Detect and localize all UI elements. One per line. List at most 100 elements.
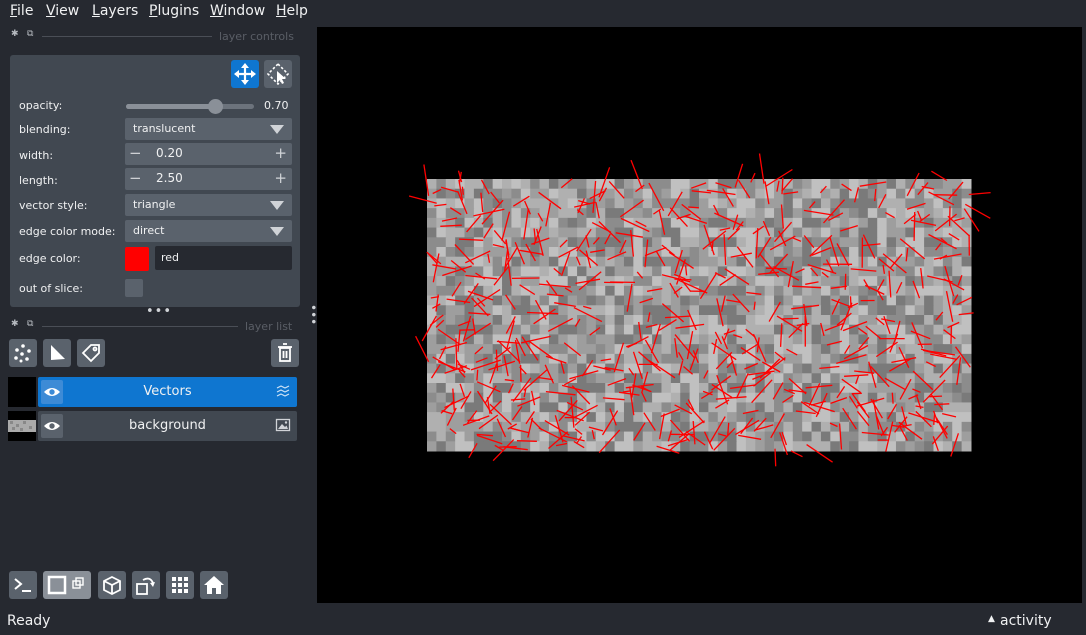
image-pixel: [820, 353, 831, 365]
image-pixel: [699, 402, 709, 413]
close-dock-icon[interactable]: ⧉: [27, 319, 33, 329]
select-tool-button[interactable]: [264, 60, 292, 88]
image-pixel: [595, 295, 606, 306]
image-pixel: [670, 227, 681, 238]
vector-arrow: [461, 186, 464, 195]
width-label: width:: [19, 149, 54, 162]
image-pixel: [783, 344, 794, 355]
image-pixel: [605, 237, 616, 248]
caret-up-icon[interactable]: ▲: [988, 614, 995, 624]
image-pixel: [445, 421, 456, 433]
opacity-slider[interactable]: [126, 99, 254, 114]
image-pixel: [886, 237, 897, 248]
image-pixel: [792, 431, 803, 442]
menu-view[interactable]: View: [46, 3, 79, 19]
reset-view-button[interactable]: [200, 571, 228, 599]
opacity-slider-handle[interactable]: [207, 99, 223, 114]
image-pixel: [942, 188, 953, 199]
menu-window[interactable]: Window: [210, 3, 265, 19]
image-pixel: [445, 237, 456, 248]
close-dock-icon[interactable]: ⧉: [27, 29, 33, 39]
image-pixel: [849, 363, 859, 374]
menu-plugins[interactable]: Plugins: [149, 3, 199, 19]
image-pixel: [792, 441, 803, 452]
image-pixel: [567, 353, 578, 365]
edge-color-input[interactable]: red: [155, 246, 292, 270]
new-points-layer-button[interactable]: [9, 339, 37, 367]
image-pixel: [849, 237, 859, 248]
float-dock-icon[interactable]: ✱: [11, 29, 19, 39]
out-of-slice-checkbox[interactable]: [125, 279, 143, 297]
activity-button[interactable]: activity: [1000, 613, 1052, 629]
image-pixel: [830, 373, 841, 384]
image-pixel: [886, 276, 897, 287]
image-pixel: [708, 285, 719, 297]
new-shapes-layer-button[interactable]: [43, 339, 71, 367]
splitter-handle-icon[interactable]: •••: [146, 304, 172, 319]
image-pixel: [530, 402, 541, 413]
layer-item-body[interactable]: Vectors: [38, 377, 297, 407]
image-pixel: [877, 227, 888, 238]
image-pixel: [811, 353, 822, 365]
layer-item-body[interactable]: background: [38, 411, 297, 441]
image-pixel: [699, 344, 709, 355]
image-pixel: [820, 305, 831, 316]
image-pixel: [764, 208, 775, 219]
vector-arrow: [455, 338, 458, 369]
edge-color-swatch[interactable]: [125, 247, 149, 271]
image-pixel: [652, 179, 662, 190]
image-pixel: [961, 324, 972, 335]
image-pixel: [483, 315, 494, 326]
status-bar: Ready ▲ activity: [0, 604, 1086, 635]
image-pixel: [961, 383, 972, 394]
visibility-toggle[interactable]: [41, 380, 63, 404]
image-pixel: [427, 373, 437, 384]
image-pixel: [933, 285, 944, 297]
select-cursor-icon: [266, 62, 290, 86]
image-pixel: [811, 315, 822, 326]
image-pixel: [614, 266, 625, 277]
image-pixel: [961, 441, 972, 452]
new-labels-layer-button[interactable]: [77, 339, 105, 367]
image-pixel: [483, 344, 494, 355]
image-pixel: [802, 266, 813, 277]
image-pixel: [558, 188, 569, 199]
width-spinbox[interactable]: − 0.20 +: [125, 143, 292, 165]
edge-color-mode-combo[interactable]: direct: [125, 220, 292, 242]
menu-help[interactable]: Help: [276, 3, 308, 19]
menu-file[interactable]: File: [10, 3, 33, 19]
grid-view-button[interactable]: [166, 571, 194, 599]
vector-style-combo[interactable]: triangle: [125, 194, 292, 216]
image-pixel: [567, 421, 578, 433]
image-pixel: [820, 412, 831, 423]
length-spinbox[interactable]: − 2.50 +: [125, 168, 292, 190]
ndisplay-toggle-button[interactable]: [43, 571, 91, 599]
image-pixel: [830, 383, 841, 394]
image-pixel: [886, 188, 897, 199]
layer-row-background[interactable]: background: [8, 411, 297, 441]
roll-dims-button[interactable]: [98, 571, 126, 599]
transform-tool-button[interactable]: [231, 60, 259, 88]
length-decrement-icon[interactable]: −: [129, 169, 142, 187]
image-pixel: [792, 363, 803, 374]
viewer-canvas[interactable]: [317, 27, 1082, 603]
layer-row-vectors[interactable]: Vectors: [8, 377, 297, 407]
blending-combo[interactable]: translucent: [125, 118, 292, 140]
width-increment-icon[interactable]: +: [274, 144, 287, 162]
image-pixel: [548, 256, 559, 267]
image-pixel: [858, 305, 869, 316]
width-decrement-icon[interactable]: −: [129, 144, 142, 162]
console-button[interactable]: [9, 571, 37, 599]
image-pixel: [577, 334, 587, 345]
menu-layers[interactable]: Layers: [92, 3, 138, 19]
image-pixel: [642, 217, 653, 229]
image-pixel: [755, 208, 766, 219]
visibility-toggle[interactable]: [41, 414, 63, 438]
float-dock-icon[interactable]: ✱: [11, 319, 19, 329]
image-pixel: [727, 208, 738, 219]
delete-layer-button[interactable]: [271, 339, 299, 367]
image-pixel: [708, 256, 719, 267]
length-increment-icon[interactable]: +: [274, 169, 287, 187]
image-pixel: [895, 441, 906, 452]
transpose-button[interactable]: [132, 571, 160, 599]
